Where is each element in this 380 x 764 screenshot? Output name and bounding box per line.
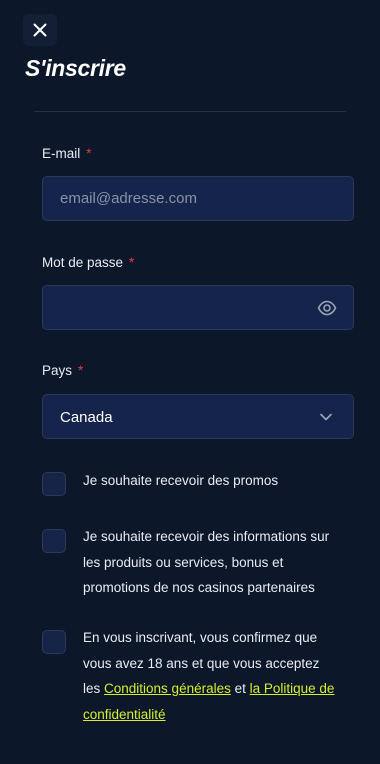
terms-link[interactable]: Conditions générales	[104, 681, 231, 696]
page-title: S'inscrire	[25, 55, 126, 81]
partners-checkbox[interactable]	[42, 529, 66, 553]
country-required-mark: *	[78, 363, 84, 378]
terms-label: En vous inscrivant, vous confirmez que v…	[83, 625, 335, 727]
password-required-mark: *	[129, 255, 135, 270]
email-required-mark: *	[86, 146, 92, 161]
email-field-wrapper	[42, 176, 354, 221]
email-field[interactable]	[43, 177, 353, 220]
password-field-wrapper	[42, 285, 354, 330]
country-label: Pays *	[42, 363, 83, 378]
email-label-text: E-mail	[42, 146, 81, 161]
country-label-text: Pays	[42, 363, 73, 378]
close-icon	[33, 23, 47, 37]
country-select-value: Canada	[60, 409, 113, 426]
close-button[interactable]	[23, 14, 57, 46]
password-field[interactable]	[43, 286, 353, 329]
promos-label: Je souhaite recevoir des promos	[83, 473, 279, 488]
chevron-down-icon	[320, 413, 332, 421]
promos-checkbox[interactable]	[42, 472, 66, 496]
password-label-text: Mot de passe	[42, 255, 124, 270]
country-select[interactable]: Canada	[42, 394, 354, 439]
terms-checkbox[interactable]	[42, 630, 66, 654]
eye-icon[interactable]	[317, 299, 337, 317]
terms-connector: et	[230, 681, 250, 696]
email-label: E-mail *	[42, 146, 92, 161]
partners-label: Je souhaite recevoir des informations su…	[83, 529, 330, 595]
password-label: Mot de passe *	[42, 255, 134, 270]
header-divider	[34, 111, 346, 112]
